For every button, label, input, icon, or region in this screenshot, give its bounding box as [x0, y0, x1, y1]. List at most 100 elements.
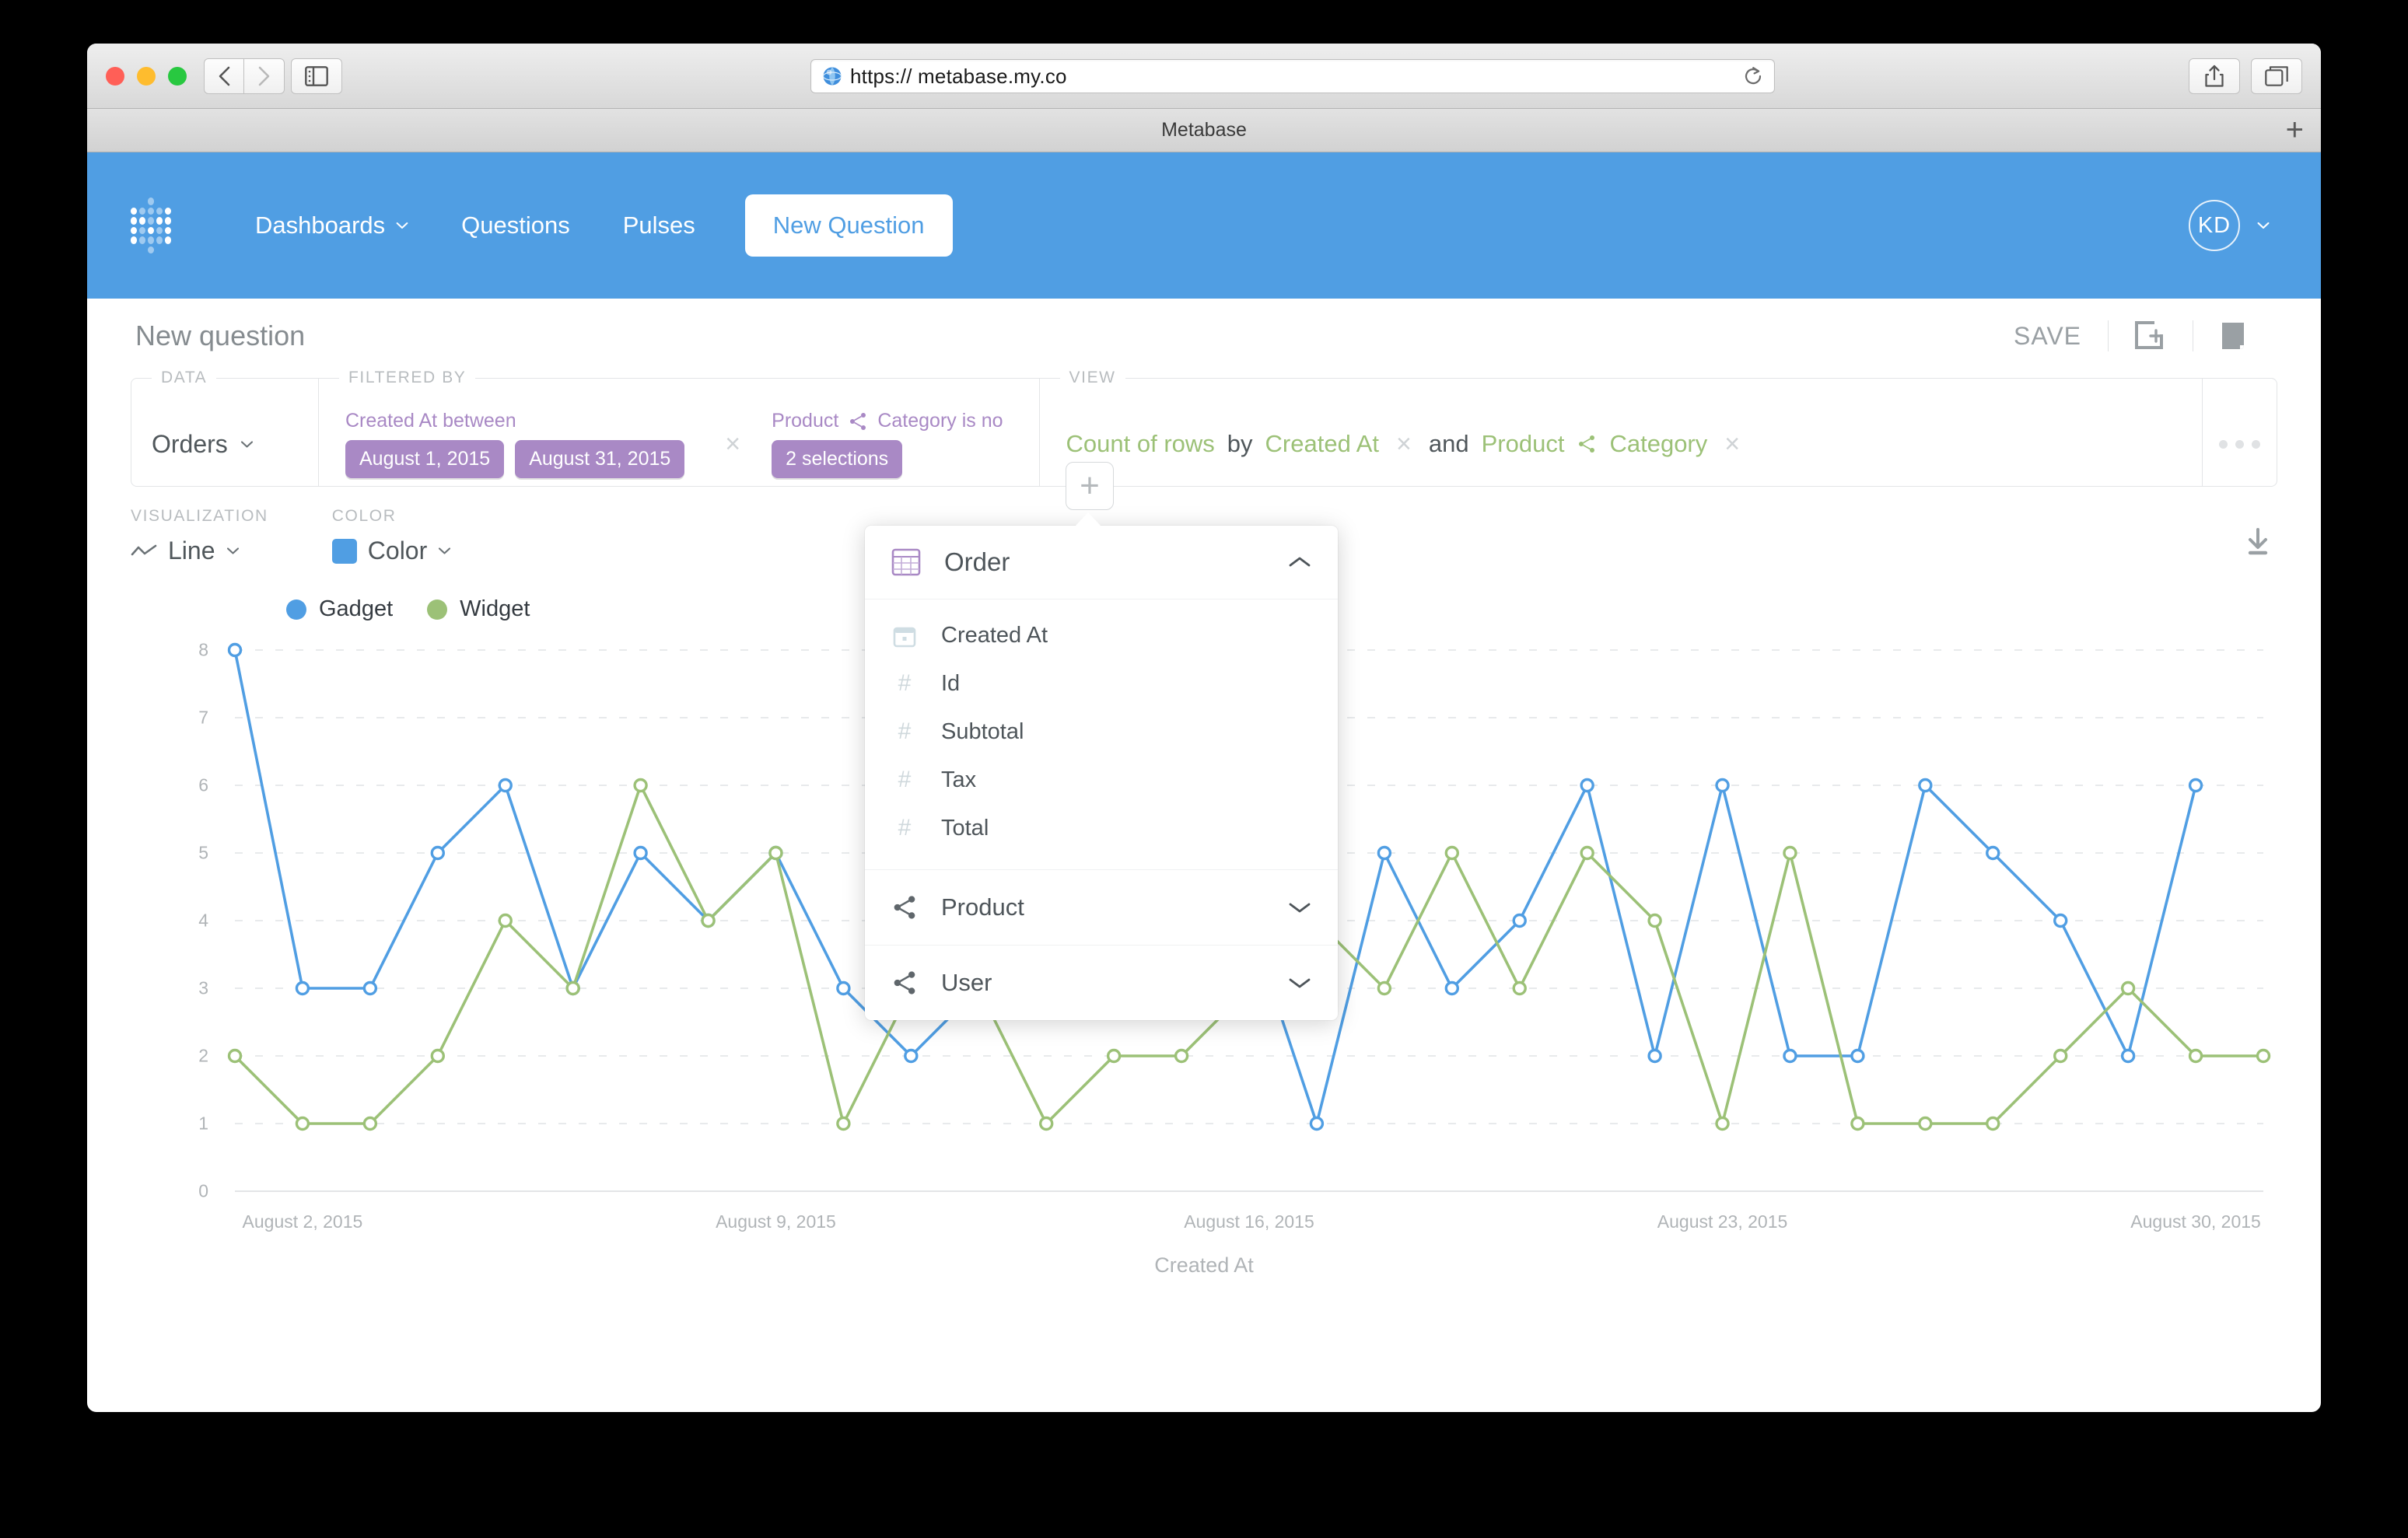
- nav-item-pulses-label: Pulses: [622, 211, 695, 239]
- field-label: Total: [941, 815, 989, 841]
- field-label: Created At: [941, 623, 1048, 648]
- popover-section-order[interactable]: Order: [865, 526, 1338, 599]
- calendar-icon: [891, 624, 918, 648]
- chevron-down-icon[interactable]: [1288, 900, 1311, 914]
- legend-item-widget[interactable]: Widget: [427, 596, 530, 622]
- table-icon: [891, 548, 921, 576]
- legend-item-gadget[interactable]: Gadget: [286, 596, 393, 622]
- legend-swatch: [427, 599, 448, 620]
- view-breakout-created-at[interactable]: Created At: [1265, 430, 1379, 458]
- forward-button[interactable]: [244, 58, 285, 94]
- avatar[interactable]: KD: [2189, 200, 2240, 251]
- filter-created-at-pills: August 1, 2015 August 31, 2015: [345, 440, 685, 478]
- number-icon: #: [898, 815, 912, 841]
- filter-section: FILTERED BY Created At between August 1,…: [318, 369, 1039, 486]
- field-id[interactable]: # Id: [865, 659, 1338, 708]
- metabase-logo-icon[interactable]: [131, 197, 171, 253]
- url-text: https:// metabase.my.co: [850, 64, 1067, 88]
- field-picker-popover: Order Created At # Id # Subtotal # Tax #…: [865, 512, 1338, 1020]
- popover-section-label: User: [941, 969, 992, 996]
- popover-section-label: Product: [941, 893, 1024, 921]
- download-button[interactable]: [2243, 527, 2273, 561]
- field-label: Tax: [941, 767, 977, 792]
- view-breakout-category[interactable]: Category: [1609, 430, 1707, 458]
- back-button[interactable]: [204, 58, 244, 94]
- sidebar-toggle-button[interactable]: [291, 58, 342, 94]
- x-axis-tick: August 30, 2015: [2130, 1211, 2261, 1232]
- filter-product-table: Product: [772, 410, 839, 432]
- remove-breakout-category-button[interactable]: ×: [1720, 431, 1745, 457]
- filter-pill-end-date[interactable]: August 31, 2015: [515, 440, 685, 478]
- remove-breakout-created-at-button[interactable]: ×: [1391, 431, 1416, 457]
- navigation-buttons: [204, 58, 285, 94]
- nav-item-questions[interactable]: Questions: [435, 211, 597, 239]
- field-tax[interactable]: # Tax: [865, 756, 1338, 804]
- line-chart-icon: [131, 544, 157, 555]
- address-bar[interactable]: https:// metabase.my.co: [810, 59, 1775, 93]
- window-controls: [106, 67, 187, 86]
- view-metric[interactable]: Count of rows: [1066, 430, 1215, 458]
- add-to-dashboard-button[interactable]: [2109, 321, 2193, 351]
- y-axis-tick: 0: [198, 1180, 208, 1201]
- popover-field-list: Created At # Id # Subtotal # Tax # Total: [865, 599, 1338, 869]
- data-source-select[interactable]: Orders: [152, 430, 254, 459]
- x-axis-tick: August 9, 2015: [716, 1211, 836, 1232]
- chevron-right-icon: [258, 66, 269, 86]
- chevron-down-icon: [240, 440, 253, 448]
- nav-item-questions-label: Questions: [461, 211, 570, 239]
- color-select[interactable]: Color: [331, 537, 451, 565]
- filter-product-condition: Category is no: [877, 410, 1003, 432]
- close-window-button[interactable]: [106, 67, 124, 86]
- field-created-at[interactable]: Created At: [865, 612, 1338, 659]
- view-and-label: and: [1428, 430, 1469, 457]
- tab-metabase[interactable]: Metabase: [1161, 119, 1247, 142]
- save-button[interactable]: SAVE: [1987, 322, 2108, 351]
- number-icon: #: [898, 670, 912, 696]
- visualization-type-select[interactable]: Line: [131, 537, 268, 565]
- nav-item-dashboards-label: Dashboards: [255, 211, 386, 239]
- popover-section-product[interactable]: Product: [865, 869, 1338, 945]
- nav-item-dashboards[interactable]: Dashboards: [229, 211, 435, 239]
- join-icon: [894, 896, 915, 919]
- field-subtotal[interactable]: # Subtotal: [865, 708, 1338, 756]
- tabs-icon: [2265, 66, 2288, 86]
- download-icon: [2248, 528, 2268, 555]
- data-source-value: Orders: [152, 429, 228, 458]
- nav-item-pulses[interactable]: Pulses: [597, 211, 722, 239]
- user-menu[interactable]: KD: [2189, 200, 2270, 251]
- maximize-window-button[interactable]: [168, 67, 187, 86]
- number-icon: #: [898, 767, 912, 792]
- add-filter-button[interactable]: +: [1066, 462, 1114, 510]
- color-label: COLOR: [331, 507, 397, 525]
- new-tab-button[interactable]: +: [2286, 114, 2304, 145]
- legend-label: Widget: [460, 596, 530, 621]
- query-more-button[interactable]: [2202, 379, 2277, 486]
- data-section-label: DATA: [152, 369, 217, 387]
- number-icon: #: [898, 718, 912, 744]
- new-question-button[interactable]: New Question: [744, 194, 953, 257]
- view-breakout-product-table[interactable]: Product: [1482, 430, 1565, 458]
- field-label: Subtotal: [941, 718, 1024, 744]
- filter-pill-start-date[interactable]: August 1, 2015: [345, 440, 505, 478]
- color-control: COLOR Color: [331, 507, 451, 565]
- visualization-type-control: VISUALIZATION Line: [131, 507, 268, 565]
- filter-product-category[interactable]: Product Category is no 2 selections: [772, 410, 1003, 478]
- filter-pill-selections[interactable]: 2 selections: [772, 440, 903, 478]
- y-axis-tick: 5: [198, 842, 208, 863]
- color-value: Color: [367, 537, 428, 565]
- chevron-down-icon[interactable]: [1288, 976, 1311, 990]
- reload-icon[interactable]: [1743, 66, 1763, 86]
- minimize-window-button[interactable]: [137, 67, 156, 86]
- history-button[interactable]: [2193, 321, 2273, 351]
- visualization-type-value: Line: [168, 537, 215, 565]
- page-title[interactable]: New question: [135, 320, 305, 352]
- popover-section-user[interactable]: User: [865, 945, 1338, 1020]
- browser-window: https:// metabase.my.co Metabase + Dashb…: [87, 44, 2321, 1412]
- show-tabs-button[interactable]: [2251, 58, 2302, 94]
- share-button[interactable]: [2189, 58, 2240, 94]
- field-total[interactable]: # Total: [865, 804, 1338, 852]
- filter-created-at[interactable]: Created At between August 1, 2015 August…: [345, 410, 685, 478]
- join-icon: [850, 412, 866, 430]
- chevron-up-icon[interactable]: [1288, 555, 1311, 569]
- remove-filter-created-at-button[interactable]: ×: [720, 431, 745, 457]
